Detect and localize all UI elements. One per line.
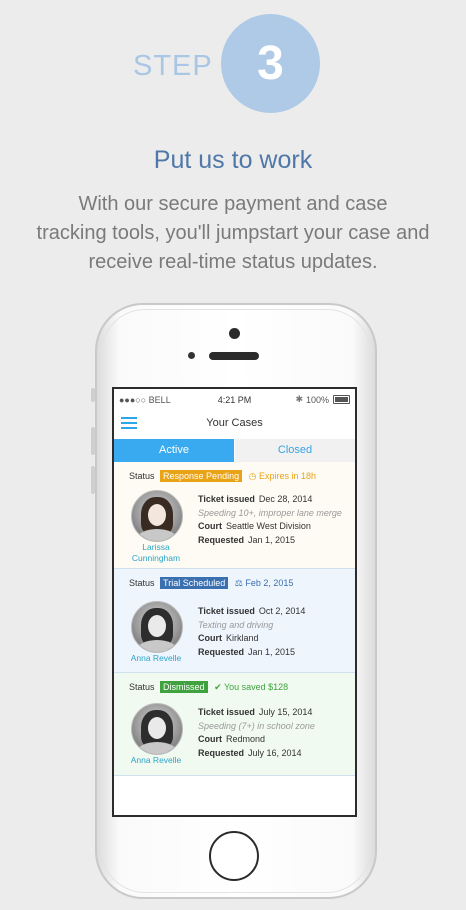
avatar <box>131 601 183 653</box>
violation: Speeding (7+) in school zone <box>198 720 315 731</box>
description-line: tracking tools, you'll jumpstart your ca… <box>36 222 430 244</box>
court-label: Court <box>198 521 222 531</box>
front-camera <box>229 328 240 339</box>
requested-label: Requested <box>198 534 245 545</box>
step-number-badge: 3 <box>221 14 320 113</box>
client-name: Anna Revelle <box>130 653 182 663</box>
case-details: Ticket issued July 15, 2014 Speeding (7+)… <box>198 706 315 760</box>
checkmark-icon: ✔ <box>214 682 222 692</box>
status-badge: Trial Scheduled <box>160 577 229 589</box>
status-label: Status <box>129 682 155 692</box>
nav-bar: Your Cases <box>114 409 355 439</box>
ticket-date: Oct 2, 2014 <box>258 606 306 616</box>
avatar <box>131 703 183 755</box>
case-card[interactable]: Status Dismissed ✔ You saved $128 Anna R… <box>114 673 355 776</box>
status-row: Status Response Pending ◷ Expires in 18h <box>129 470 316 482</box>
avatar <box>131 490 183 542</box>
status-label: Status <box>129 471 155 481</box>
status-bar: ●●●○○ BELL 4:21 PM ✱ 100% <box>114 389 355 409</box>
requested-date: Jan 1, 2015 <box>248 646 296 657</box>
bluetooth-icon: ✱ <box>295 394 303 404</box>
court-label: Court <box>198 633 222 643</box>
description: With our secure payment and case trackin… <box>10 190 456 277</box>
case-tabs: Active Closed <box>114 439 355 462</box>
home-button[interactable] <box>209 831 259 881</box>
case-details: Ticket issued Dec 28, 2014 Speeding 10+, … <box>198 493 342 547</box>
mute-switch <box>91 388 95 402</box>
client-name: Anna Revelle <box>130 755 182 765</box>
step-label: STEP <box>133 50 213 82</box>
case-card[interactable]: Status Response Pending ◷ Expires in 18h… <box>114 462 355 569</box>
status-badge: Response Pending <box>160 470 243 482</box>
volume-down-button <box>91 466 95 494</box>
status-label: Status <box>129 578 155 588</box>
expires-text: Expires in 18h <box>258 471 317 481</box>
case-card[interactable]: Status Trial Scheduled ⚖ Feb 2, 2015 Ann… <box>114 569 355 673</box>
court-label: Court <box>198 734 222 744</box>
violation: Speeding 10+, improper lane merge <box>198 507 342 518</box>
battery-icon <box>333 395 350 404</box>
tab-active[interactable]: Active <box>114 439 234 462</box>
status-badge: Dismissed <box>160 681 208 693</box>
savings-text: You saved $128 <box>223 682 289 692</box>
proximity-sensor <box>188 352 195 359</box>
description-line: With our secure payment and case <box>78 193 388 215</box>
clock-icon: ◷ <box>248 471 257 481</box>
gavel-icon: ⚖ <box>234 578 243 588</box>
earpiece-speaker <box>209 352 259 360</box>
case-details: Ticket issued Oct 2, 2014 Texting and dri… <box>198 605 305 659</box>
nav-title: Your Cases <box>206 417 263 429</box>
phone-screen: ●●●○○ BELL 4:21 PM ✱ 100% Your Cases Act… <box>112 387 357 817</box>
volume-up-button <box>91 427 95 455</box>
ticket-date: July 15, 2014 <box>258 707 313 717</box>
client-name: Larissa Cunningham <box>131 542 181 563</box>
description-line: receive real-time status updates. <box>88 251 378 273</box>
requested-date: July 16, 2014 <box>248 747 302 758</box>
requested-label: Requested <box>198 747 245 758</box>
court-name: Seattle West Division <box>226 521 311 531</box>
tab-closed[interactable]: Closed <box>235 439 355 462</box>
status-row: Status Dismissed ✔ You saved $128 <box>129 681 288 693</box>
status-row: Status Trial Scheduled ⚖ Feb 2, 2015 <box>129 577 293 589</box>
court-name: Kirkland <box>226 633 259 643</box>
ticket-date: Dec 28, 2014 <box>258 494 313 504</box>
ticket-label: Ticket issued <box>198 494 255 504</box>
violation: Texting and driving <box>198 619 274 630</box>
trial-date: Feb 2, 2015 <box>245 578 294 588</box>
requested-label: Requested <box>198 646 245 657</box>
ticket-label: Ticket issued <box>198 606 255 616</box>
ticket-label: Ticket issued <box>198 707 255 717</box>
requested-date: Jan 1, 2015 <box>248 534 296 545</box>
battery-percent: 100% <box>305 395 329 405</box>
headline: Put us to work <box>153 146 313 174</box>
court-name: Redmond <box>226 734 266 744</box>
